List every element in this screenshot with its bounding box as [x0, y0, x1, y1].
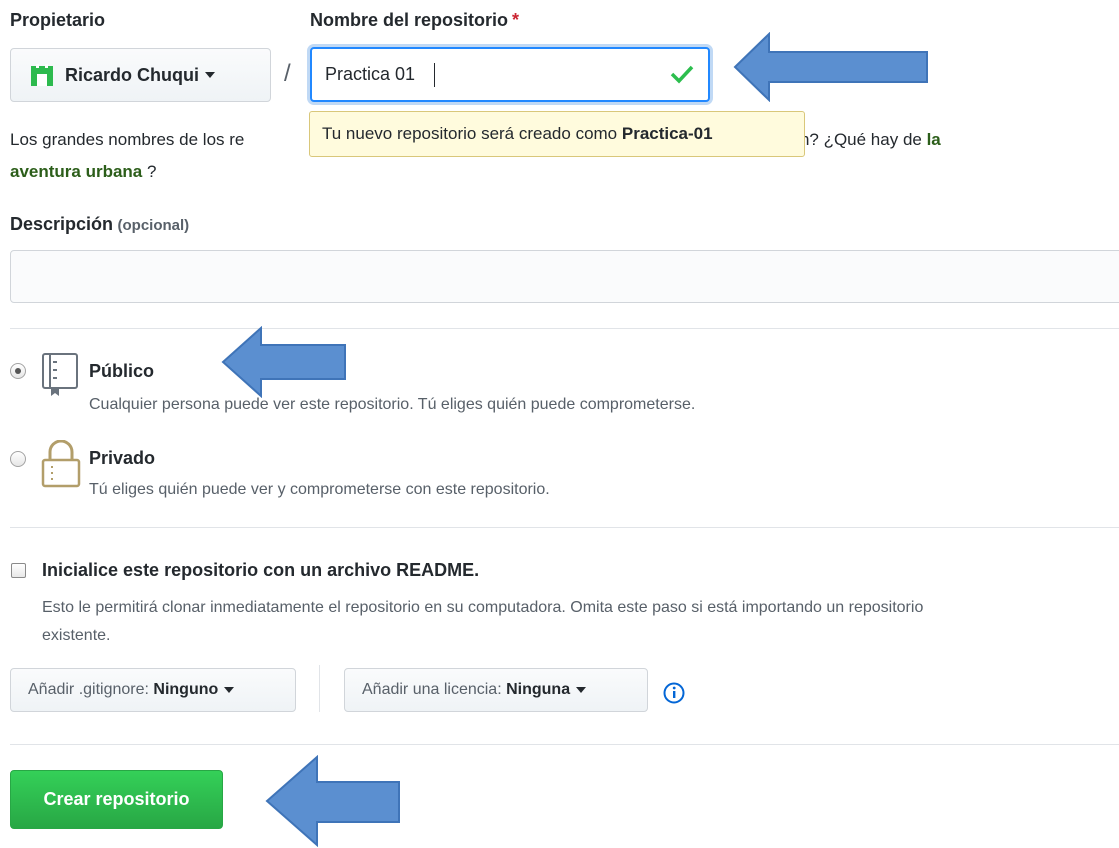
divider	[10, 527, 1119, 528]
license-value: Ninguna	[506, 681, 571, 698]
readme-checkbox[interactable]	[11, 563, 26, 578]
chevron-down-icon	[205, 72, 215, 78]
owner-avatar-icon	[31, 64, 53, 86]
description-label: Descripción (opcional)	[10, 214, 189, 235]
gitignore-value: Ninguno	[153, 681, 219, 698]
vertical-divider	[319, 665, 320, 712]
required-marker: *	[512, 10, 520, 30]
arrow-pointer-icon	[733, 32, 928, 102]
suggestion-link-aventura-urbana[interactable]: aventura urbana	[10, 162, 142, 181]
public-title: Público	[89, 361, 155, 381]
readme-title: Inicialice este repositorio con un archi…	[42, 560, 480, 580]
gitignore-prefix: Añadir .gitignore:	[28, 681, 154, 698]
license-dropdown[interactable]: Añadir una licencia: Ninguna	[344, 668, 648, 712]
check-icon	[670, 65, 694, 84]
owner-name: Ricardo Chuqui	[65, 64, 199, 85]
create-repository-button[interactable]: Crear repositorio	[10, 770, 223, 829]
description-input[interactable]	[10, 250, 1119, 303]
private-radio[interactable]	[10, 451, 26, 467]
description-optional: (opcional)	[117, 217, 190, 234]
suggestion-link-la[interactable]: la	[927, 130, 941, 149]
text-cursor	[434, 63, 435, 87]
owner-label: Propietario	[10, 10, 106, 30]
private-description: Tú eliges quién puede ver y comprometers…	[89, 481, 550, 498]
license-prefix: Añadir una licencia:	[362, 681, 507, 698]
repo-name-label-text: Nombre del repositorio	[310, 10, 509, 30]
repo-book-icon	[42, 353, 78, 396]
arrow-pointer-icon	[265, 755, 400, 847]
gitignore-dropdown[interactable]: Añadir .gitignore: Ninguno	[10, 668, 296, 712]
chevron-down-icon	[576, 687, 587, 693]
owner-dropdown[interactable]: Ricardo Chuqui	[10, 48, 271, 102]
path-separator: /	[284, 60, 291, 87]
readme-description: Esto le permitirá clonar inmediatamente …	[42, 594, 923, 650]
repo-name-input[interactable]: Practica 01	[310, 47, 710, 102]
private-title: Privado	[89, 448, 156, 468]
readme-desc-line2: existente.	[42, 627, 111, 644]
public-description: Cualquier persona puede ver este reposit…	[89, 396, 696, 413]
repo-name-label: Nombre del repositorio *	[310, 10, 519, 31]
public-radio[interactable]	[10, 363, 26, 379]
tooltip-text: Tu nuevo repositorio será creado como	[322, 124, 622, 143]
repo-name-tooltip: Tu nuevo repositorio será creado como Pr…	[309, 111, 805, 157]
tooltip-repo-name: Practica-01	[621, 124, 713, 143]
info-icon[interactable]	[663, 682, 685, 704]
suggestion-end: ?	[142, 162, 157, 181]
repo-name-value: Practica 01	[325, 64, 416, 84]
suggestion-start: Los grandes nombres de los re	[10, 130, 245, 149]
readme-desc-line1: Esto le permitirá clonar inmediatamente …	[42, 599, 924, 616]
divider	[10, 328, 1119, 329]
arrow-pointer-icon	[221, 326, 346, 398]
lock-icon	[41, 440, 81, 488]
chevron-down-icon	[224, 687, 235, 693]
description-label-text: Descripción	[10, 214, 114, 234]
divider	[10, 744, 1119, 745]
